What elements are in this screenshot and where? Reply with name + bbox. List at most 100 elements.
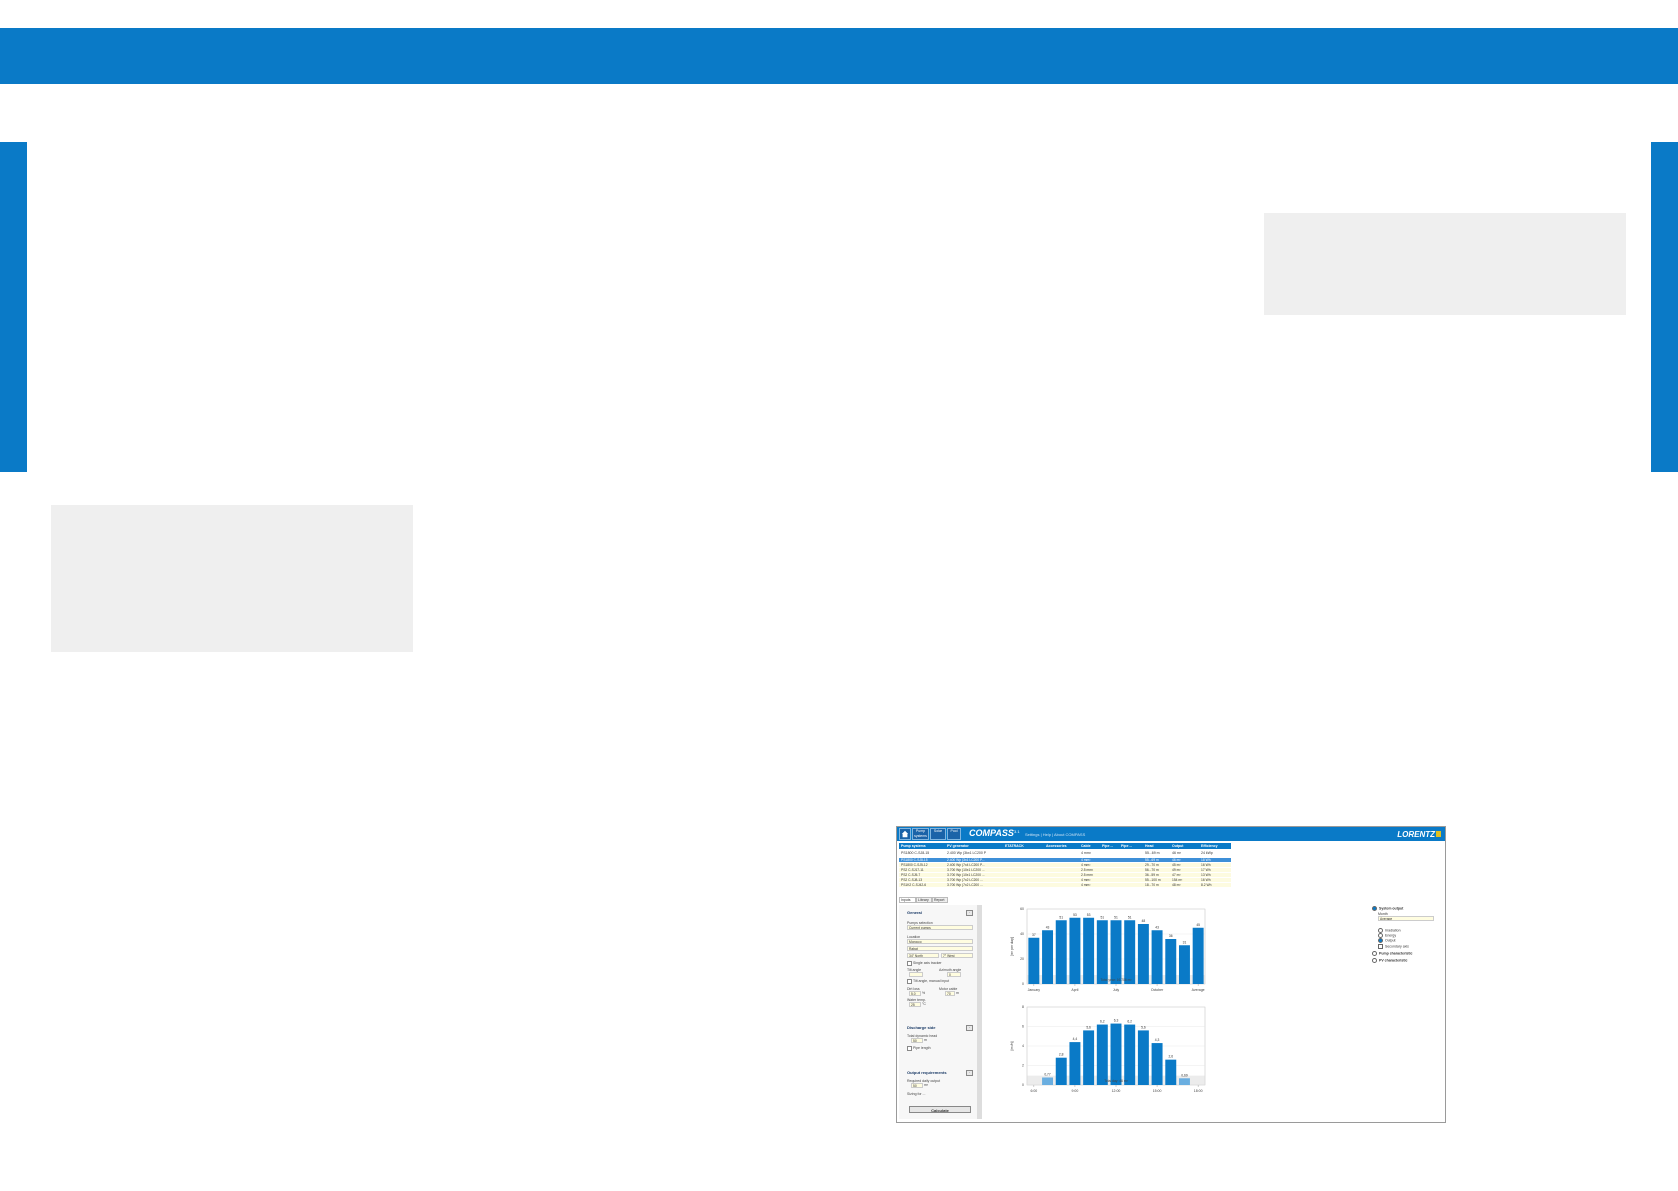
section-general[interactable]: General xyxy=(907,910,922,915)
city-select[interactable]: Rabat xyxy=(907,946,973,951)
chart-bar xyxy=(1083,1030,1095,1085)
bar-value-label: 0,77 xyxy=(1044,1072,1051,1076)
option-pv-characteristic[interactable]: PV characteristic xyxy=(1372,958,1407,963)
col-efficiency[interactable]: Efficiency xyxy=(1201,843,1218,849)
x-tick-label: 15:00 xyxy=(1153,1089,1162,1093)
table-row[interactable]: PS1800 C-SJ8-15 2.400 Wp (3x1 LC200 P... 4… xyxy=(899,858,1231,862)
pump-selection-select[interactable]: Current pumps xyxy=(907,925,973,930)
col-head[interactable]: Head xyxy=(1145,843,1154,849)
chart-bar xyxy=(1178,945,1190,984)
top-banner xyxy=(0,28,1678,84)
tdh-unit: m xyxy=(924,1038,927,1042)
col-pump-systems[interactable]: Pump systems xyxy=(901,843,926,849)
brand-mark xyxy=(1436,831,1441,837)
table-cell-cable: 4 mm² xyxy=(1081,883,1091,887)
tab-report[interactable]: Report xyxy=(932,897,948,903)
bar-value-label: 51 xyxy=(1059,915,1063,919)
section-discharge[interactable]: Discharge side xyxy=(907,1025,935,1030)
pipe-length-checkbox[interactable] xyxy=(907,1046,912,1051)
table-row[interactable]: PS1800 C-SJ5-12 2.400 Wp (7x4 LC200 P... 4… xyxy=(899,863,1231,867)
col-pipe-2[interactable]: Pipe ... xyxy=(1121,843,1132,849)
location-select[interactable]: Morocco xyxy=(907,939,973,944)
option-system-output-label: System output xyxy=(1379,906,1404,911)
col-etatrack[interactable]: ETATRACK xyxy=(1005,843,1024,849)
table-cell-eff: 13 Wh xyxy=(1201,873,1211,877)
home-button[interactable] xyxy=(899,828,911,840)
daily-output-input[interactable]: 50 xyxy=(911,1083,923,1088)
table-cell-eff: 8.2 Wh xyxy=(1201,883,1212,887)
table-cell-head: 56...70 m xyxy=(1145,868,1159,872)
filter-efficiency[interactable]: 24 kWp xyxy=(1201,850,1213,856)
col-output[interactable]: Output xyxy=(1172,843,1183,849)
x-tick-label: January xyxy=(1028,988,1041,992)
y-tick-label: 6 xyxy=(1022,1025,1024,1029)
table-row[interactable]: PS2 C-SJ8-13 3.700 Wp (7x2 LC200 ... 4 mm²… xyxy=(899,878,1231,882)
table-cell-pv: 3.700 Wp (7x2 LC200 ... xyxy=(947,883,983,887)
header-button-pool[interactable]: Pool xyxy=(947,828,961,840)
calculate-button[interactable]: Calculate xyxy=(909,1106,971,1113)
col-cable[interactable]: Cable xyxy=(1081,843,1091,849)
option-system-output[interactable]: System output xyxy=(1372,906,1403,911)
y-axis-label: [m³ per day] xyxy=(1010,937,1014,956)
chart-bar xyxy=(1055,1057,1067,1085)
chart-bar xyxy=(1192,927,1204,984)
bar-value-label: 4,3 xyxy=(1155,1038,1160,1042)
filter-pv[interactable]: 2.400 Wp (3kx1 LC200 P xyxy=(947,850,986,856)
filter-cable[interactable]: 4 mm² xyxy=(1081,850,1091,856)
filter-pump[interactable]: PS1800 C-SJ8-15 xyxy=(901,850,929,856)
header-button-pump-systems[interactable]: Pump systems xyxy=(912,828,929,840)
tab-library[interactable]: Library xyxy=(916,897,932,903)
manual-tilt-label: Tilt angle, manual input xyxy=(913,979,950,983)
checkbox-icon xyxy=(1378,944,1383,949)
right-accent-bar xyxy=(1651,142,1678,472)
y-tick-label: 8 xyxy=(1022,1005,1024,1009)
bar-value-label: 4,4 xyxy=(1073,1037,1078,1041)
filter-head[interactable]: 55...69 m xyxy=(1145,850,1160,856)
chart-bar xyxy=(1178,1078,1190,1085)
section-general-toggle[interactable]: - xyxy=(966,910,973,916)
placeholder-box-left xyxy=(51,505,413,652)
table-cell-output: 45 m³ xyxy=(1172,863,1181,867)
bar-value-label: 45 xyxy=(1196,923,1200,927)
tdh-input[interactable]: 50 xyxy=(911,1038,923,1043)
col-accessories[interactable]: Accessories xyxy=(1046,843,1067,849)
tracker-checkbox[interactable] xyxy=(907,961,912,966)
table-cell-cable: 2.5 mm² xyxy=(1081,873,1094,877)
chart-bar xyxy=(1083,917,1095,984)
col-pipe-1[interactable]: Pipe ... xyxy=(1102,843,1113,849)
option-output[interactable]: Output xyxy=(1378,938,1396,943)
month-select[interactable]: Average xyxy=(1378,916,1434,921)
bar-value-label: 37 xyxy=(1032,933,1036,937)
water-temp-input[interactable]: 25 xyxy=(909,1002,921,1007)
app-links[interactable]: Settings | Help | About COMPASS xyxy=(1025,832,1085,837)
tab-inputs[interactable]: Inputs xyxy=(899,897,916,903)
tilt-input[interactable] xyxy=(909,972,923,977)
table-cell-pv: 3.700 Wp (10x1 LC200 ... xyxy=(947,868,985,872)
y-tick-label: 0 xyxy=(1022,1083,1024,1087)
panel-scrollbar[interactable] xyxy=(977,905,981,1119)
manual-tilt-checkbox[interactable] xyxy=(907,979,912,984)
option-pump-characteristic[interactable]: Pump characteristic xyxy=(1372,951,1412,956)
latitude-select[interactable]: 34° North xyxy=(907,953,939,958)
radio-off-icon xyxy=(1372,951,1377,956)
table-cell-pump: PS1800 C-SJ8-15 xyxy=(901,858,928,862)
tracker-label: Single axis tracker xyxy=(913,961,942,965)
chart-bar xyxy=(1137,924,1149,984)
header-button-solar[interactable]: Solar xyxy=(930,828,946,840)
longitude-select[interactable]: 7° West xyxy=(941,953,973,958)
bar-value-label: 43 xyxy=(1155,925,1159,929)
section-output[interactable]: Output requirements xyxy=(907,1070,947,1075)
table-row[interactable]: PS1K2 C-SJ42-6 3.700 Wp (7x2 LC200 ... 4 m… xyxy=(899,883,1231,887)
motor-cable-input[interactable]: 70 xyxy=(945,991,955,996)
table-row[interactable]: PS2 C-SJ5-7 3.700 Wp (10x1 LC200 ... 2.5 m… xyxy=(899,873,1231,877)
azimuth-input[interactable]: 0 xyxy=(947,972,961,977)
table-row[interactable]: PS2 C-SJ17-11 3.700 Wp (10x1 LC200 ... 2.5… xyxy=(899,868,1231,872)
col-pv-generator[interactable]: PV generator xyxy=(947,843,969,849)
dirt-loss-input[interactable]: 5.0 xyxy=(909,991,921,996)
section-output-toggle[interactable]: - xyxy=(966,1070,973,1076)
table-cell-head: 18...70 m xyxy=(1145,883,1159,887)
table-cell-cable: 4 mm² xyxy=(1081,863,1091,867)
option-secondary-axis[interactable]: Secondary axis xyxy=(1378,944,1409,949)
filter-output[interactable]: 46 m³ xyxy=(1172,850,1181,856)
section-discharge-toggle[interactable]: - xyxy=(966,1025,973,1031)
